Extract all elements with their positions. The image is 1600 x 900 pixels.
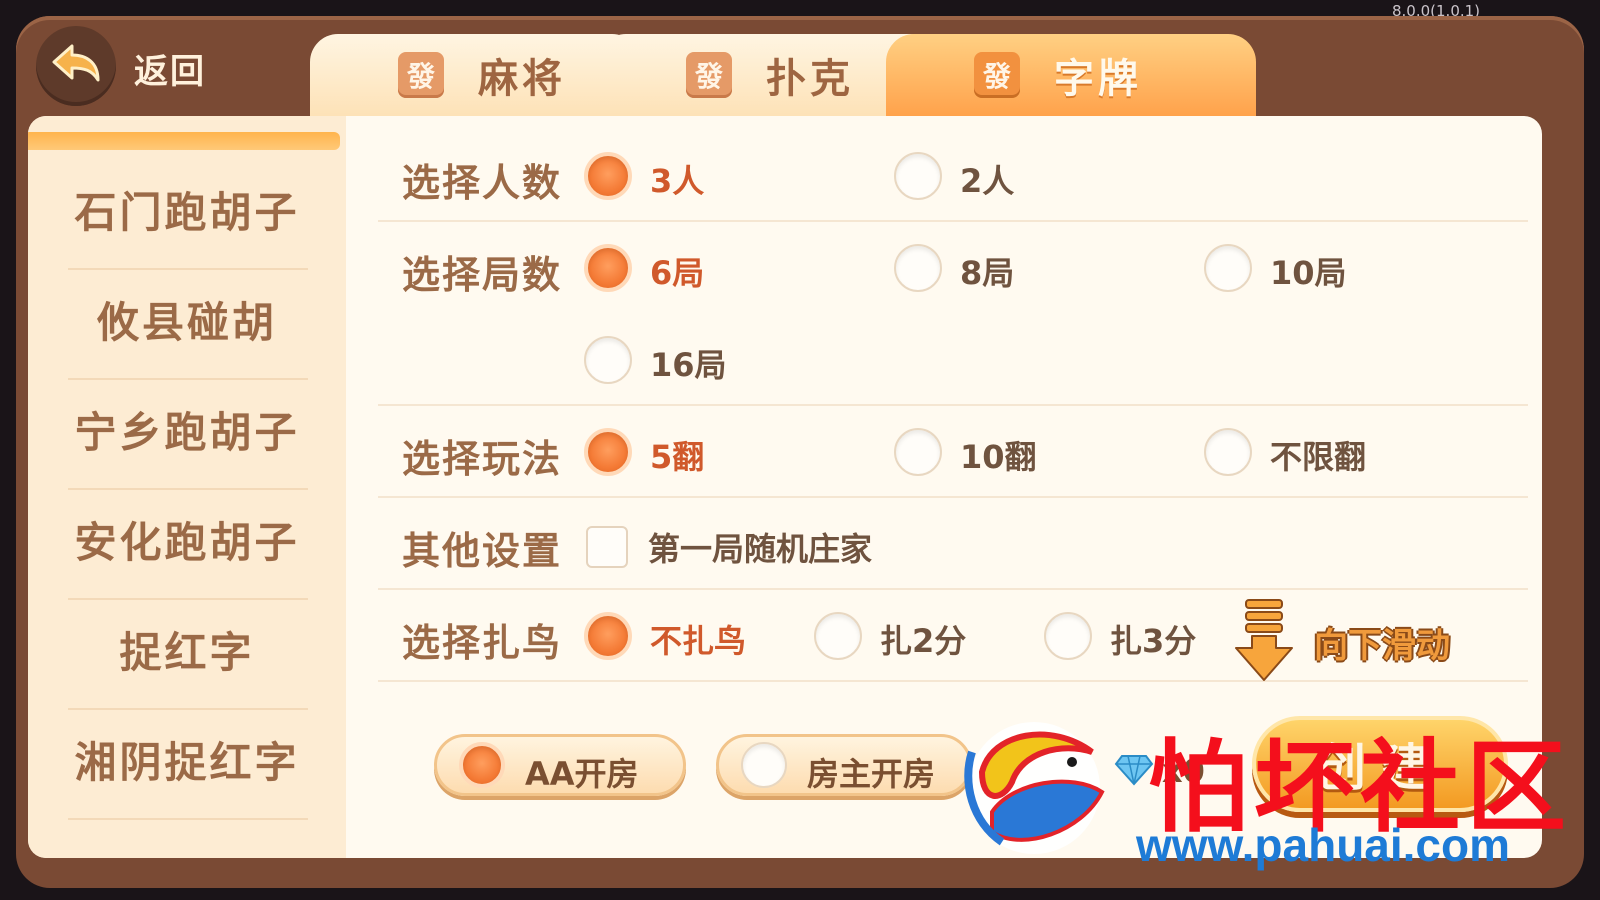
aa-room-label: AA开房 [525,755,639,793]
rounds-radio-8[interactable] [894,244,942,292]
rounds-option-6[interactable]: 6局 [650,248,704,294]
bird-radio-2[interactable] [814,612,862,660]
bird-option-none[interactable]: 不扎鸟 [650,616,746,662]
rounds-radio-10[interactable] [1204,244,1252,292]
players-option-2[interactable]: 2人 [960,156,1014,202]
fa-tile-icon: 發 [974,52,1020,98]
tab-zipai-label: 字牌 [1054,56,1142,102]
mode-radio-10[interactable] [894,428,942,476]
divider [68,818,308,820]
mode-label: 选择玩法 [402,437,563,481]
fish-logo-icon [964,722,1105,854]
rounds-option-10[interactable]: 10局 [1270,248,1347,294]
bird-option-2[interactable]: 扎2分 [880,616,966,662]
mode-option-5[interactable]: 5翻 [650,432,704,478]
rounds-radio-16[interactable] [584,336,632,384]
bird-radio-3[interactable] [1044,612,1092,660]
host-room-button[interactable]: 房主开房 [716,734,972,796]
back-label[interactable]: 返回 [134,44,206,93]
mode-radio-5[interactable] [584,428,632,476]
mode-option-10[interactable]: 10翻 [960,432,1037,478]
sidebar-item-ningxiang[interactable]: 宁乡跑胡子 [28,374,346,484]
host-room-radio[interactable] [741,742,787,788]
fa-tile-icon: 發 [398,52,444,98]
back-button[interactable] [36,26,116,106]
bird-radio-none[interactable] [584,612,632,660]
sidebar-item-shimen[interactable]: 石门跑胡子 [28,154,346,264]
tab-mahjong-label: 麻将 [478,56,566,102]
aa-room-button[interactable]: AA开房 [434,734,686,796]
bird-option-3[interactable]: 扎3分 [1110,616,1196,662]
sidebar-item-anhua[interactable]: 安化跑胡子 [28,484,346,594]
bird-label: 选择扎鸟 [402,621,563,665]
scroll-hint-label: 向下滑动 [1314,626,1450,666]
scroll-down-arrow-icon [1235,599,1293,681]
players-radio-2[interactable] [894,152,942,200]
tab-poker-label: 扑克 [766,56,854,102]
sidebar-selection-bar [28,132,340,150]
rounds-radio-6[interactable] [584,244,632,292]
sidebar-item-xiangyin[interactable]: 湘阴捉红字 [28,704,346,814]
random-dealer-label[interactable]: 第一局随机庄家 [648,524,872,570]
divider [378,588,1528,590]
game-list-sidebar: 石门跑胡子 攸县碰胡 宁乡跑胡子 安化跑胡子 捉红字 湘阴捉红字 [28,116,346,858]
divider [378,680,1528,682]
divider [378,220,1528,222]
players-label: 选择人数 [402,161,563,205]
rounds-option-16[interactable]: 16局 [650,340,727,386]
tab-mahjong[interactable]: 發 麻将 [310,34,640,116]
players-radio-3[interactable] [584,152,632,200]
host-room-label: 房主开房 [807,755,936,793]
back-arrow-icon [52,44,100,82]
rounds-label: 选择局数 [402,253,563,297]
divider [378,404,1528,406]
aa-room-radio[interactable] [459,742,505,788]
players-option-3[interactable]: 3人 [650,156,704,202]
random-dealer-checkbox[interactable] [586,526,628,568]
mode-radio-unlimited[interactable] [1204,428,1252,476]
other-label: 其他设置 [402,529,563,573]
rounds-option-8[interactable]: 8局 [960,248,1014,294]
sidebar-item-youxian[interactable]: 攸县碰胡 [28,264,346,374]
divider [378,496,1528,498]
tab-zipai[interactable]: 發 字牌 [886,34,1256,116]
sidebar-item-zhuohongzi[interactable]: 捉红字 [28,594,346,704]
fa-tile-icon: 發 [686,52,732,98]
watermark-url: www.pahuai.com [1136,819,1511,871]
mode-option-unlimited[interactable]: 不限翻 [1270,432,1366,478]
